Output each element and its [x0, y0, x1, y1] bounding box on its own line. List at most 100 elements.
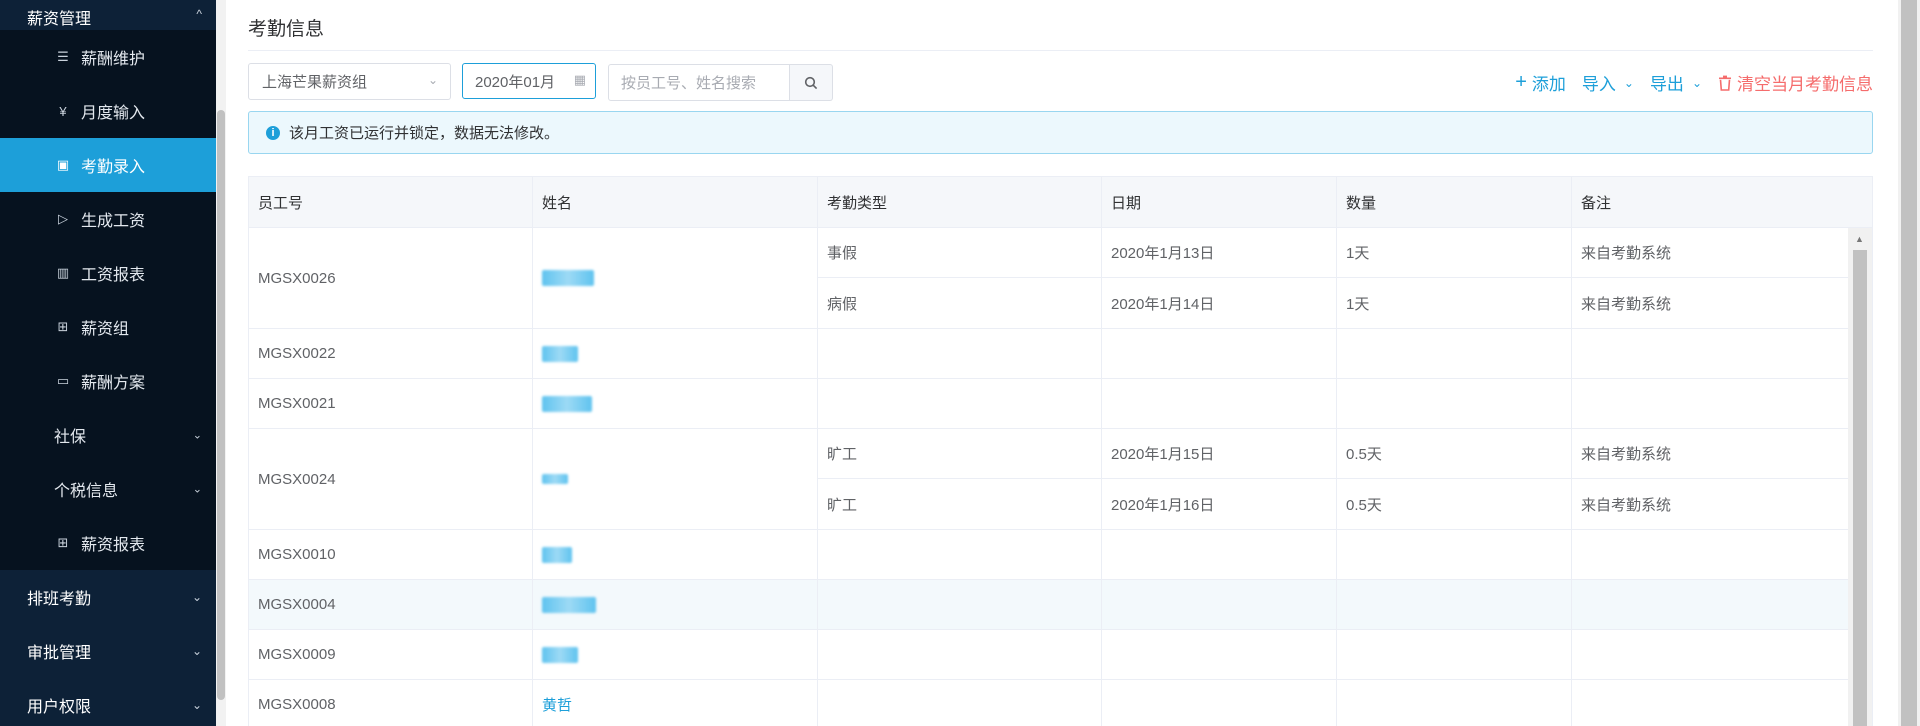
- add-button[interactable]: + 添加: [1515, 70, 1566, 95]
- clear-month-button[interactable]: 清空当月考勤信息: [1718, 70, 1873, 95]
- cell-date: 2020年1月13日: [1102, 228, 1337, 277]
- sidebar-item-salary-maintain[interactable]: ☰ 薪酬维护: [0, 30, 216, 84]
- salary-group-select[interactable]: 上海芒果薪资组 ⌄: [248, 63, 451, 100]
- column-header-date[interactable]: 日期: [1102, 177, 1337, 228]
- sidebar-item-social-security[interactable]: 社保 ⌄: [0, 408, 216, 462]
- cell-name: [533, 530, 818, 579]
- sidebar: 薪资管理 ^ ☰ 薪酬维护 ¥ 月度输入 ▣ 考勤录入 ▷ 生成工资 ▥ 工资报…: [0, 0, 216, 726]
- cell-date: [1102, 329, 1337, 378]
- cell-quantity: [1337, 580, 1572, 629]
- chevron-down-icon: ⌄: [192, 429, 202, 442]
- sidebar-item-monthly-input[interactable]: ¥ 月度输入: [0, 84, 216, 138]
- attendance-table: 员工号 姓名 考勤类型 日期 数量 备注 MGSX0026 事假 2020年1月…: [248, 176, 1873, 726]
- cell-quantity: [1337, 630, 1572, 679]
- page-scrollbar[interactable]: [1898, 0, 1920, 726]
- sidebar-item-label: 薪资组: [81, 321, 130, 338]
- cell-note: [1572, 329, 1849, 378]
- cell-attendance-type: 病假: [818, 278, 1102, 328]
- sidebar-item-label: 薪酬方案: [81, 375, 146, 392]
- redacted-name: [542, 474, 568, 484]
- sidebar-item-salary-report[interactable]: ⊞ 薪资报表: [0, 516, 216, 570]
- column-header-quantity[interactable]: 数量: [1337, 177, 1572, 228]
- sidebar-item-label: 薪酬维护: [81, 51, 146, 68]
- cell-attendance-type: 事假: [818, 228, 1102, 277]
- column-header-name[interactable]: 姓名: [533, 177, 818, 228]
- cell-quantity: 0.5天: [1337, 429, 1572, 478]
- cell-employee-id: MGSX0009: [249, 630, 533, 679]
- table-row[interactable]: MGSX0026 事假 2020年1月13日 1天 来自考勤系统 病假 2020…: [249, 228, 1849, 329]
- trash-icon: [1719, 75, 1731, 91]
- search-button[interactable]: [790, 64, 833, 101]
- table-scrollbar-thumb[interactable]: [1853, 250, 1867, 726]
- table-row[interactable]: MGSX0004: [249, 580, 1849, 630]
- table-row[interactable]: MGSX0022: [249, 329, 1849, 379]
- page-scrollbar-thumb[interactable]: [1901, 0, 1917, 726]
- sidebar-item-label: 工资报表: [81, 267, 146, 284]
- chevron-down-icon: ⌄: [191, 590, 202, 604]
- cell-quantity: [1337, 680, 1572, 726]
- table-row[interactable]: MGSX0021: [249, 379, 1849, 429]
- calendar-icon: ▣: [56, 157, 70, 172]
- table-scrollbar[interactable]: ▲: [1848, 228, 1872, 726]
- cell-note: 来自考勤系统: [1581, 496, 1672, 514]
- cell-attendance-type: [818, 580, 1102, 629]
- cell-attendance-type: [818, 530, 1102, 579]
- cell-name: 黄哲: [533, 680, 818, 726]
- search-icon: [804, 76, 818, 89]
- cell-date: 2020年1月16日: [1102, 479, 1337, 529]
- column-header-employee-id[interactable]: 员工号: [249, 177, 533, 228]
- scroll-up-arrow-icon[interactable]: ▲: [1855, 234, 1864, 244]
- redacted-name: [542, 646, 578, 663]
- search-placeholder: 按员工号、姓名搜索: [621, 75, 757, 92]
- page-title: 考勤信息: [248, 19, 325, 40]
- chevron-down-icon: ⌄: [1623, 75, 1634, 90]
- sidebar-item-tax-info[interactable]: 个税信息 ⌄: [0, 462, 216, 516]
- export-dropdown[interactable]: 导出 ⌄: [1650, 70, 1702, 95]
- cell-quantity: [1337, 379, 1572, 428]
- table-row[interactable]: MGSX0010: [249, 530, 1849, 580]
- sidebar-item-payroll-report[interactable]: ▥ 工资报表: [0, 246, 216, 300]
- cell-employee-id: MGSX0026: [249, 228, 533, 328]
- cell-name: [533, 379, 818, 428]
- table-row[interactable]: MGSX0008 黄哲: [249, 680, 1849, 726]
- list-icon: ☰: [57, 49, 69, 64]
- sidebar-group-salary[interactable]: 薪资管理 ^: [0, 0, 216, 30]
- chevron-down-icon: ⌄: [191, 698, 202, 712]
- table-row[interactable]: MGSX0024 旷工 2020年1月15日 0.5天 来自考勤系统 旷工 20…: [249, 429, 1849, 530]
- plus-icon: +: [1515, 71, 1527, 93]
- month-picker[interactable]: 2020年01月 ▦: [462, 63, 596, 99]
- table-row[interactable]: MGSX0009: [249, 630, 1849, 680]
- employee-name-link[interactable]: 黄哲: [542, 694, 572, 715]
- info-icon: i: [266, 125, 280, 140]
- export-label: 导出: [1649, 75, 1684, 94]
- import-dropdown[interactable]: 导入 ⌄: [1582, 70, 1634, 95]
- sidebar-item-generate-payroll[interactable]: ▷ 生成工资: [0, 192, 216, 246]
- sidebar-item-label: 生成工资: [81, 213, 146, 230]
- toolbar-actions: + 添加 导入 ⌄ 导出 ⌄ 清空当月考勤信息: [1499, 70, 1873, 95]
- grid-icon: ⊞: [57, 535, 69, 550]
- sidebar-item-attendance-entry[interactable]: ▣ 考勤录入: [0, 138, 216, 192]
- column-header-attendance-type[interactable]: 考勤类型: [818, 177, 1102, 228]
- cell-date: 2020年1月15日: [1102, 429, 1337, 478]
- sidebar-item-salary-plan[interactable]: ▭ 薪酬方案: [0, 354, 216, 408]
- cell-quantity: 1天: [1337, 278, 1572, 328]
- cell-attendance-type: [818, 329, 1102, 378]
- cell-date: [1102, 680, 1337, 726]
- cell-quantity: 0.5天: [1337, 479, 1572, 529]
- sidebar-scrollbar[interactable]: [216, 0, 226, 726]
- redacted-name: [542, 596, 596, 613]
- column-header-note[interactable]: 备注: [1572, 177, 1872, 228]
- cell-employee-id: MGSX0010: [249, 530, 533, 579]
- sidebar-scrollbar-thumb[interactable]: [217, 110, 225, 700]
- sidebar-group-approval[interactable]: 审批管理 ⌄: [0, 624, 216, 678]
- sidebar-group-shift-attendance[interactable]: 排班考勤 ⌄: [0, 570, 216, 624]
- sidebar-group-user-permissions[interactable]: 用户权限 ⌄: [0, 678, 216, 726]
- search-input[interactable]: 按员工号、姓名搜索: [608, 64, 790, 101]
- card-icon: ▭: [56, 373, 70, 388]
- sidebar-item-label: 月度输入: [81, 105, 146, 122]
- cell-date: [1102, 379, 1337, 428]
- cell-attendance-type: 旷工: [818, 479, 1102, 529]
- cell-employee-id: MGSX0022: [249, 329, 533, 378]
- cell-records: 旷工 2020年1月15日 0.5天 来自考勤系统 旷工 2020年1月16日 …: [818, 429, 1849, 529]
- sidebar-item-salary-group[interactable]: ⊞ 薪资组: [0, 300, 216, 354]
